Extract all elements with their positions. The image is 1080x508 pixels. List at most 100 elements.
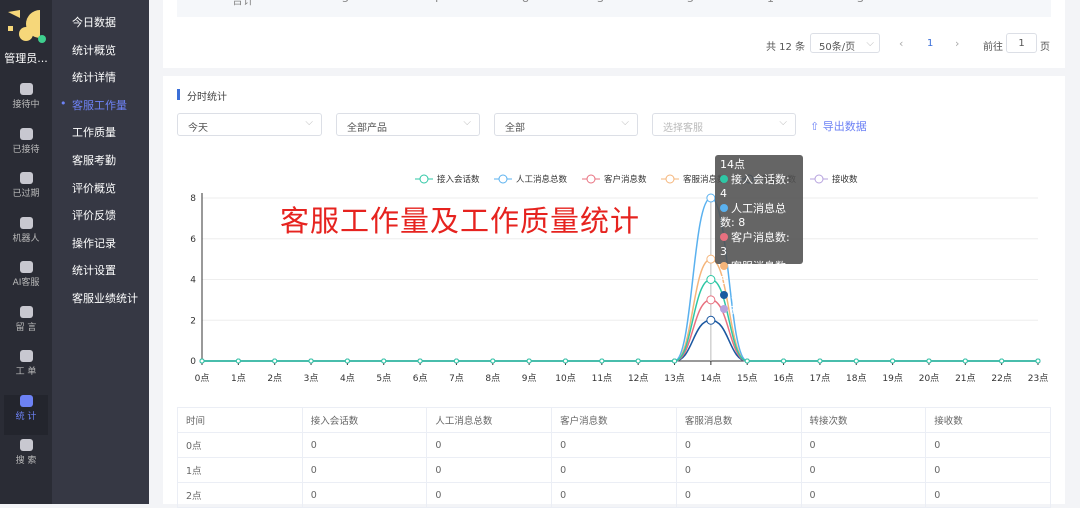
tooltip-row-text: 客服消息数: 5 [720,259,790,288]
table-cell: 1点 [177,457,303,483]
table-cell: 0 [925,457,1051,483]
x-tick-label: 14点 [701,373,721,384]
tooltip-row: 人工消息总数: 8 [720,202,798,231]
data-point[interactable] [272,358,278,364]
series-dot-icon [720,232,728,241]
table-row: 1点 0 0 0 0 0 0 [177,457,1051,483]
x-tick-label: 1点 [231,373,246,384]
x-tick-label: 23点 [1028,373,1048,384]
data-point[interactable] [781,358,787,364]
tooltip-row-text: 接入会话数: 4 [720,172,790,201]
x-tick-label: 13点 [664,373,684,384]
data-point[interactable] [562,358,568,364]
table-cell: 0 [675,457,802,483]
x-tick-label: 20点 [919,373,939,384]
legend-item-2[interactable]: 客户消息数 [582,174,647,185]
y-tick-label: 8 [190,194,196,204]
data-point[interactable] [926,358,932,364]
legend-label: 接收数 [832,174,858,185]
data-point[interactable] [453,358,459,364]
table-cell: 0 [925,432,1051,458]
hourly-table: 时间 接入会话数 人工消息总数 客户消息数 客服消息数 转接次数 接收数 0点 0 0 0 0 0 0 1点… [177,407,1051,508]
series-line-2 [202,299,1038,362]
legend-item-5[interactable]: 接收数 [810,174,858,185]
table-cell: 0 [800,432,927,458]
data-point[interactable] [706,275,716,284]
x-tick-label: 8点 [485,373,500,384]
x-tick-label: 16点 [773,373,793,384]
column-header: 时间 [177,407,303,433]
tooltip-row: 转接次数: 2 [720,289,798,304]
chart-tooltip: 14点 接入会话数: 4 人工消息总数: 8 客户消息数: 3 客服消息数: 5 转接次数… [715,155,803,316]
data-point[interactable] [635,358,641,364]
legend-label: 接入会话数 [437,174,480,185]
series-line-3 [202,258,1038,362]
tooltip-title: 14点 [720,158,745,171]
data-point[interactable] [672,358,678,364]
data-point[interactable] [344,358,350,364]
data-point[interactable] [999,358,1005,364]
column-header: 人工消息总数 [426,407,553,433]
data-point[interactable] [381,358,387,364]
table-cell: 0 [301,457,428,483]
data-point[interactable] [962,358,968,364]
column-header: 客户消息数 [551,407,677,433]
data-point[interactable] [890,358,896,364]
tooltip-row: 客户消息数: 3 [720,231,798,260]
x-tick-label: 9点 [522,373,537,384]
data-point[interactable] [706,315,716,325]
data-point[interactable] [1035,358,1041,364]
y-tick-label: 4 [190,276,196,286]
table-cell: 0 [675,432,802,458]
x-tick-label: 21点 [955,373,975,384]
legend-item-1[interactable]: 人工消息总数 [494,174,568,185]
x-tick-label: 5点 [376,373,391,384]
table-cell: 0点 [177,432,303,458]
x-tick-label: 2点 [267,373,282,384]
legend-label: 客户消息数 [604,174,647,185]
column-header: 转接次数 [800,407,927,433]
data-point[interactable] [235,358,241,364]
tooltip-row: 接收数: 2 [720,303,798,318]
x-tick-label: 15点 [737,373,757,384]
x-tick-label: 0点 [195,373,210,384]
x-tick-label: 7点 [449,373,464,384]
table-cell: 0 [551,457,677,483]
tooltip-row: 接入会话数: 4 [720,173,798,202]
table-cell: 0 [426,457,553,483]
data-point[interactable] [706,193,716,203]
overlay-title: 客服工作量及工作质量统计 [280,204,641,238]
data-point[interactable] [706,295,716,305]
column-header: 接收数 [925,407,1051,433]
column-header: 客服消息数 [675,407,802,433]
data-point[interactable] [706,254,716,264]
data-point[interactable] [817,358,823,364]
data-point[interactable] [744,358,750,364]
x-tick-label: 18点 [846,373,866,384]
table-cell: 0 [426,432,553,458]
table-cell: 0 [551,432,677,458]
series-line-5 [202,319,1038,362]
data-point[interactable] [308,358,314,364]
data-point[interactable] [199,358,205,364]
data-point[interactable] [417,358,423,364]
tooltip-row-text: 接收数: 2 [731,303,779,316]
x-tick-label: 12点 [628,373,648,384]
data-point[interactable] [599,358,605,364]
tooltip-row-text: 转接次数: 2 [731,288,790,302]
data-point[interactable] [490,358,496,364]
table-header: 时间 接入会话数 人工消息总数 客户消息数 客服消息数 转接次数 接收数 [177,407,1051,433]
x-tick-label: 3点 [304,373,319,384]
x-tick-label: 22点 [991,373,1011,384]
x-tick-label: 11点 [592,373,612,384]
y-tick-label: 0 [190,357,196,367]
data-point[interactable] [526,358,532,364]
table-cell: 0 [800,457,927,483]
series-dot-icon [720,203,728,212]
x-tick-label: 10点 [555,373,575,384]
legend-item-0[interactable]: 接入会话数 [415,174,480,185]
column-header: 接入会话数 [301,407,428,433]
series-dot-icon [720,261,728,270]
y-tick-label: 2 [190,316,196,326]
data-point[interactable] [853,358,859,364]
